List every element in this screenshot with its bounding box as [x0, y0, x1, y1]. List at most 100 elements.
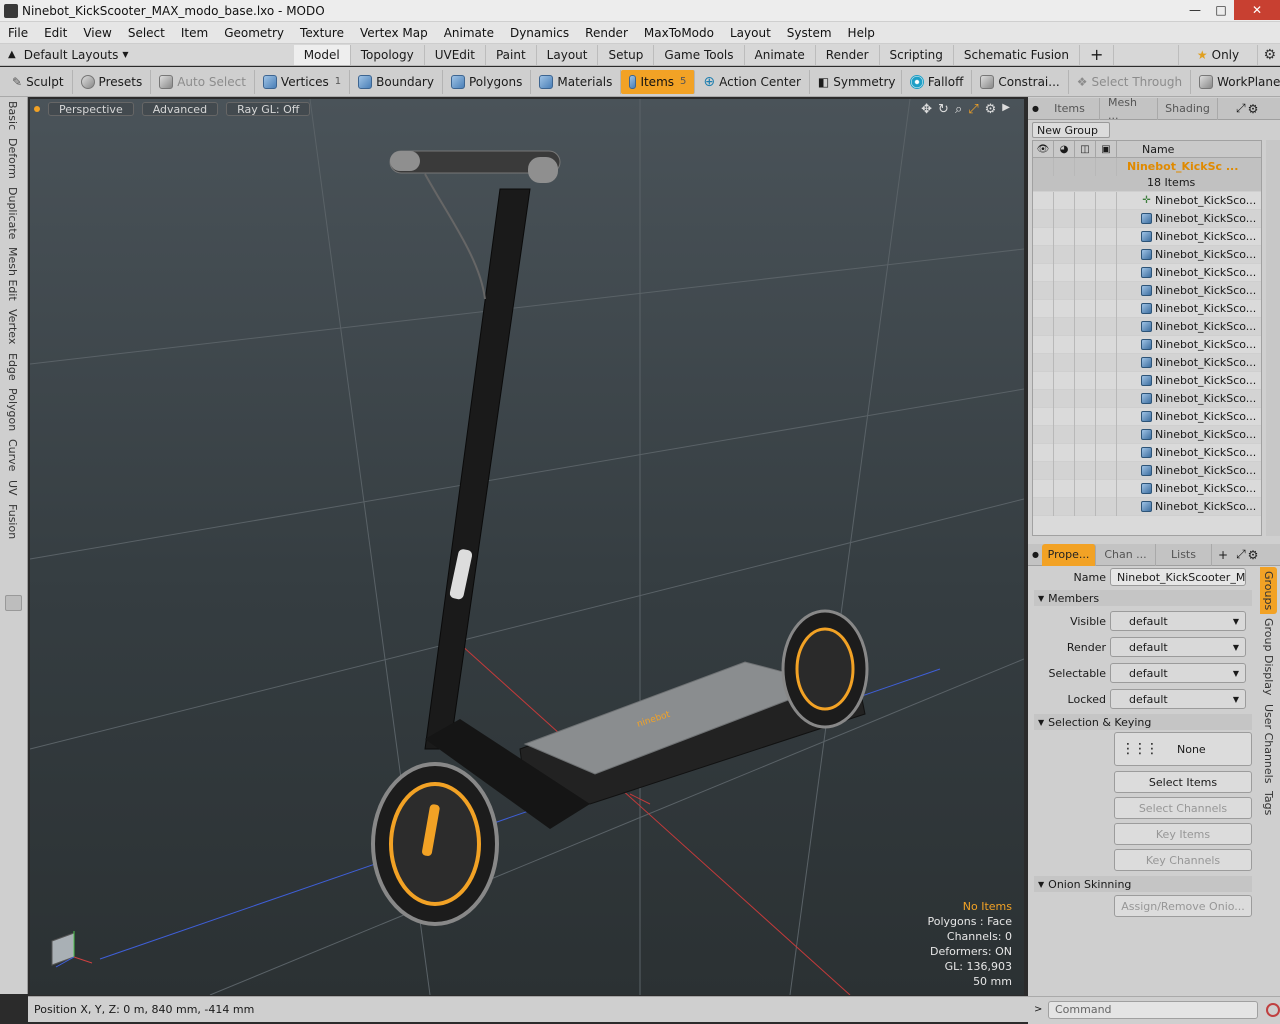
symmetry-button[interactable]: ◧ Symmetry [810, 69, 902, 94]
panel-gear-icon[interactable]: ⚙ [1248, 102, 1259, 116]
tab-fusion[interactable]: Fusion [6, 500, 19, 543]
tab-edge[interactable]: Edge [6, 349, 19, 385]
members-section[interactable]: ▼ Members [1034, 590, 1252, 606]
select-channels-button[interactable]: Select Channels [1114, 797, 1252, 819]
menu-geometry[interactable]: Geometry [216, 26, 292, 40]
tab-uv[interactable]: UV [6, 476, 19, 500]
menu-view[interactable]: View [75, 26, 119, 40]
render-column-icon[interactable]: ◕ [1054, 141, 1075, 158]
lock-column-icon[interactable]: ◫ [1075, 141, 1096, 158]
menu-vertex-map[interactable]: Vertex Map [352, 26, 436, 40]
tab-duplicate[interactable]: Duplicate [6, 183, 19, 243]
menu-select[interactable]: Select [120, 26, 173, 40]
tab-game-tools[interactable]: Game Tools [654, 44, 745, 65]
boundary-button[interactable]: Boundary [350, 69, 443, 94]
items-button[interactable]: Items 5 [621, 69, 696, 94]
tab-render[interactable]: Render [816, 44, 880, 65]
menu-system[interactable]: System [779, 26, 840, 40]
move-view-icon[interactable]: ✥ [921, 102, 932, 117]
name-field[interactable]: Ninebot_KickScooter_MAX [1110, 568, 1246, 586]
list-item[interactable]: Ninebot_KickSco... [1033, 461, 1261, 480]
layouts-dropdown[interactable]: Default Layouts ▼ [24, 48, 144, 62]
menu-edit[interactable]: Edit [36, 26, 75, 40]
record-icon[interactable] [1266, 1002, 1280, 1017]
list-item[interactable]: Ninebot_KickSco... [1033, 389, 1261, 408]
new-group-button[interactable]: New Group [1032, 122, 1110, 138]
tab-setup[interactable]: Setup [598, 44, 655, 65]
layout-toggle-icon[interactable]: ▲ [8, 49, 16, 60]
panel-expand-icon[interactable]: ⤢ [1236, 547, 1246, 562]
constraints-button[interactable]: Constrai... [972, 69, 1069, 94]
falloff-button[interactable]: Falloff [902, 69, 973, 94]
maximize-icon[interactable]: □ [1208, 0, 1234, 20]
command-input[interactable]: Command [1048, 1000, 1258, 1019]
panel-toggle-button[interactable] [5, 595, 22, 611]
key-channels-button[interactable]: Key Channels [1114, 849, 1252, 871]
tab-basic[interactable]: Basic [6, 97, 19, 134]
minimize-icon[interactable]: — [1182, 0, 1208, 20]
select-through-button[interactable]: ❖ Select Through [1069, 69, 1192, 94]
tab-group-display[interactable]: Group Display [1260, 614, 1277, 700]
locked-select[interactable]: default [1110, 689, 1246, 709]
onion-skinning-section[interactable]: ▼ Onion Skinning [1034, 876, 1252, 892]
list-item[interactable]: Ninebot_KickSco... [1033, 245, 1261, 264]
assign-onion-button[interactable]: Assign/Remove Onio... [1114, 895, 1252, 917]
add-tab-icon[interactable]: + [1080, 44, 1115, 65]
workplane-button[interactable]: WorkPlane [1191, 70, 1280, 94]
tab-paint[interactable]: Paint [486, 44, 537, 65]
item-list-scrollbar[interactable] [1266, 140, 1280, 536]
gear-icon[interactable]: ⚙ [1263, 47, 1276, 63]
list-item[interactable]: Ninebot_KickSco... [1033, 407, 1261, 426]
list-item[interactable]: Ninebot_KickSco... [1033, 299, 1261, 318]
view-mode-button[interactable]: Perspective [48, 102, 134, 116]
selectable-select[interactable]: default [1110, 663, 1246, 683]
tab-vertex[interactable]: Vertex [6, 305, 19, 348]
fit-view-icon[interactable]: ⤢ [968, 102, 978, 117]
list-item[interactable]: Ninebot_KickSco... [1033, 335, 1261, 354]
list-item[interactable]: Ninebot_KickSco... [1033, 497, 1261, 516]
viewport-options-icon[interactable] [34, 106, 40, 112]
menu-animate[interactable]: Animate [436, 26, 502, 40]
presets-button[interactable]: Presets [73, 69, 152, 94]
list-item[interactable]: Ninebot_KickSco... [1033, 443, 1261, 462]
tab-properties[interactable]: Prope... [1042, 543, 1096, 566]
menu-maxtomodo[interactable]: MaxToModo [636, 26, 722, 40]
tab-polygon[interactable]: Polygon [6, 384, 19, 435]
rotate-view-icon[interactable]: ↻ [938, 102, 949, 117]
tab-topology[interactable]: Topology [351, 44, 425, 65]
list-item[interactable]: Ninebot_KickSco... [1033, 263, 1261, 282]
list-item[interactable]: Ninebot_KickSco... [1033, 281, 1261, 300]
tab-mesh-edit[interactable]: Mesh Edit [6, 243, 19, 305]
list-item[interactable]: ✛ Ninebot_KickSco... [1033, 191, 1261, 210]
key-items-button[interactable]: Key Items [1114, 823, 1252, 845]
tab-lists[interactable]: Lists [1156, 543, 1212, 566]
tab-scripting[interactable]: Scripting [880, 44, 954, 65]
zoom-view-icon[interactable]: ⌕ [955, 102, 962, 117]
viewport-arrow-icon[interactable]: ▶ [1002, 102, 1010, 117]
list-item[interactable]: Ninebot_KickSco... [1033, 317, 1261, 336]
select-column-icon[interactable]: ▣ [1096, 141, 1117, 158]
tab-model[interactable]: Model [293, 44, 351, 65]
menu-render[interactable]: Render [577, 26, 636, 40]
group-visible-toggle[interactable] [1033, 158, 1054, 176]
list-item[interactable]: Ninebot_KickSco... [1033, 227, 1261, 246]
add-tab-icon[interactable]: + [1218, 548, 1228, 562]
menu-file[interactable]: File [0, 26, 36, 40]
sculpt-button[interactable]: ✎ Sculpt [4, 69, 73, 94]
selection-keying-section[interactable]: ▼ Selection & Keying [1034, 714, 1252, 730]
tab-deform[interactable]: Deform [6, 134, 19, 183]
render-select[interactable]: default [1110, 637, 1246, 657]
group-row[interactable]: Ninebot_KickSc ... 18 Items [1033, 158, 1261, 192]
tab-mesh[interactable]: Mesh ... [1100, 96, 1158, 122]
polygons-button[interactable]: Polygons [443, 69, 532, 94]
3d-viewport[interactable]: ninebot Perspective Advanced Ray GL: Off… [30, 99, 1024, 995]
menu-dynamics[interactable]: Dynamics [502, 26, 577, 40]
select-items-button[interactable]: Select Items [1114, 771, 1252, 793]
tab-curve[interactable]: Curve [6, 435, 19, 475]
menu-item[interactable]: Item [173, 26, 216, 40]
tab-animate[interactable]: Animate [745, 44, 816, 65]
visibility-column-icon[interactable]: 👁 [1033, 141, 1054, 158]
close-icon[interactable]: ✕ [1234, 0, 1280, 20]
raygl-toggle[interactable]: Ray GL: Off [226, 102, 311, 116]
list-item[interactable]: Ninebot_KickSco... [1033, 353, 1261, 372]
